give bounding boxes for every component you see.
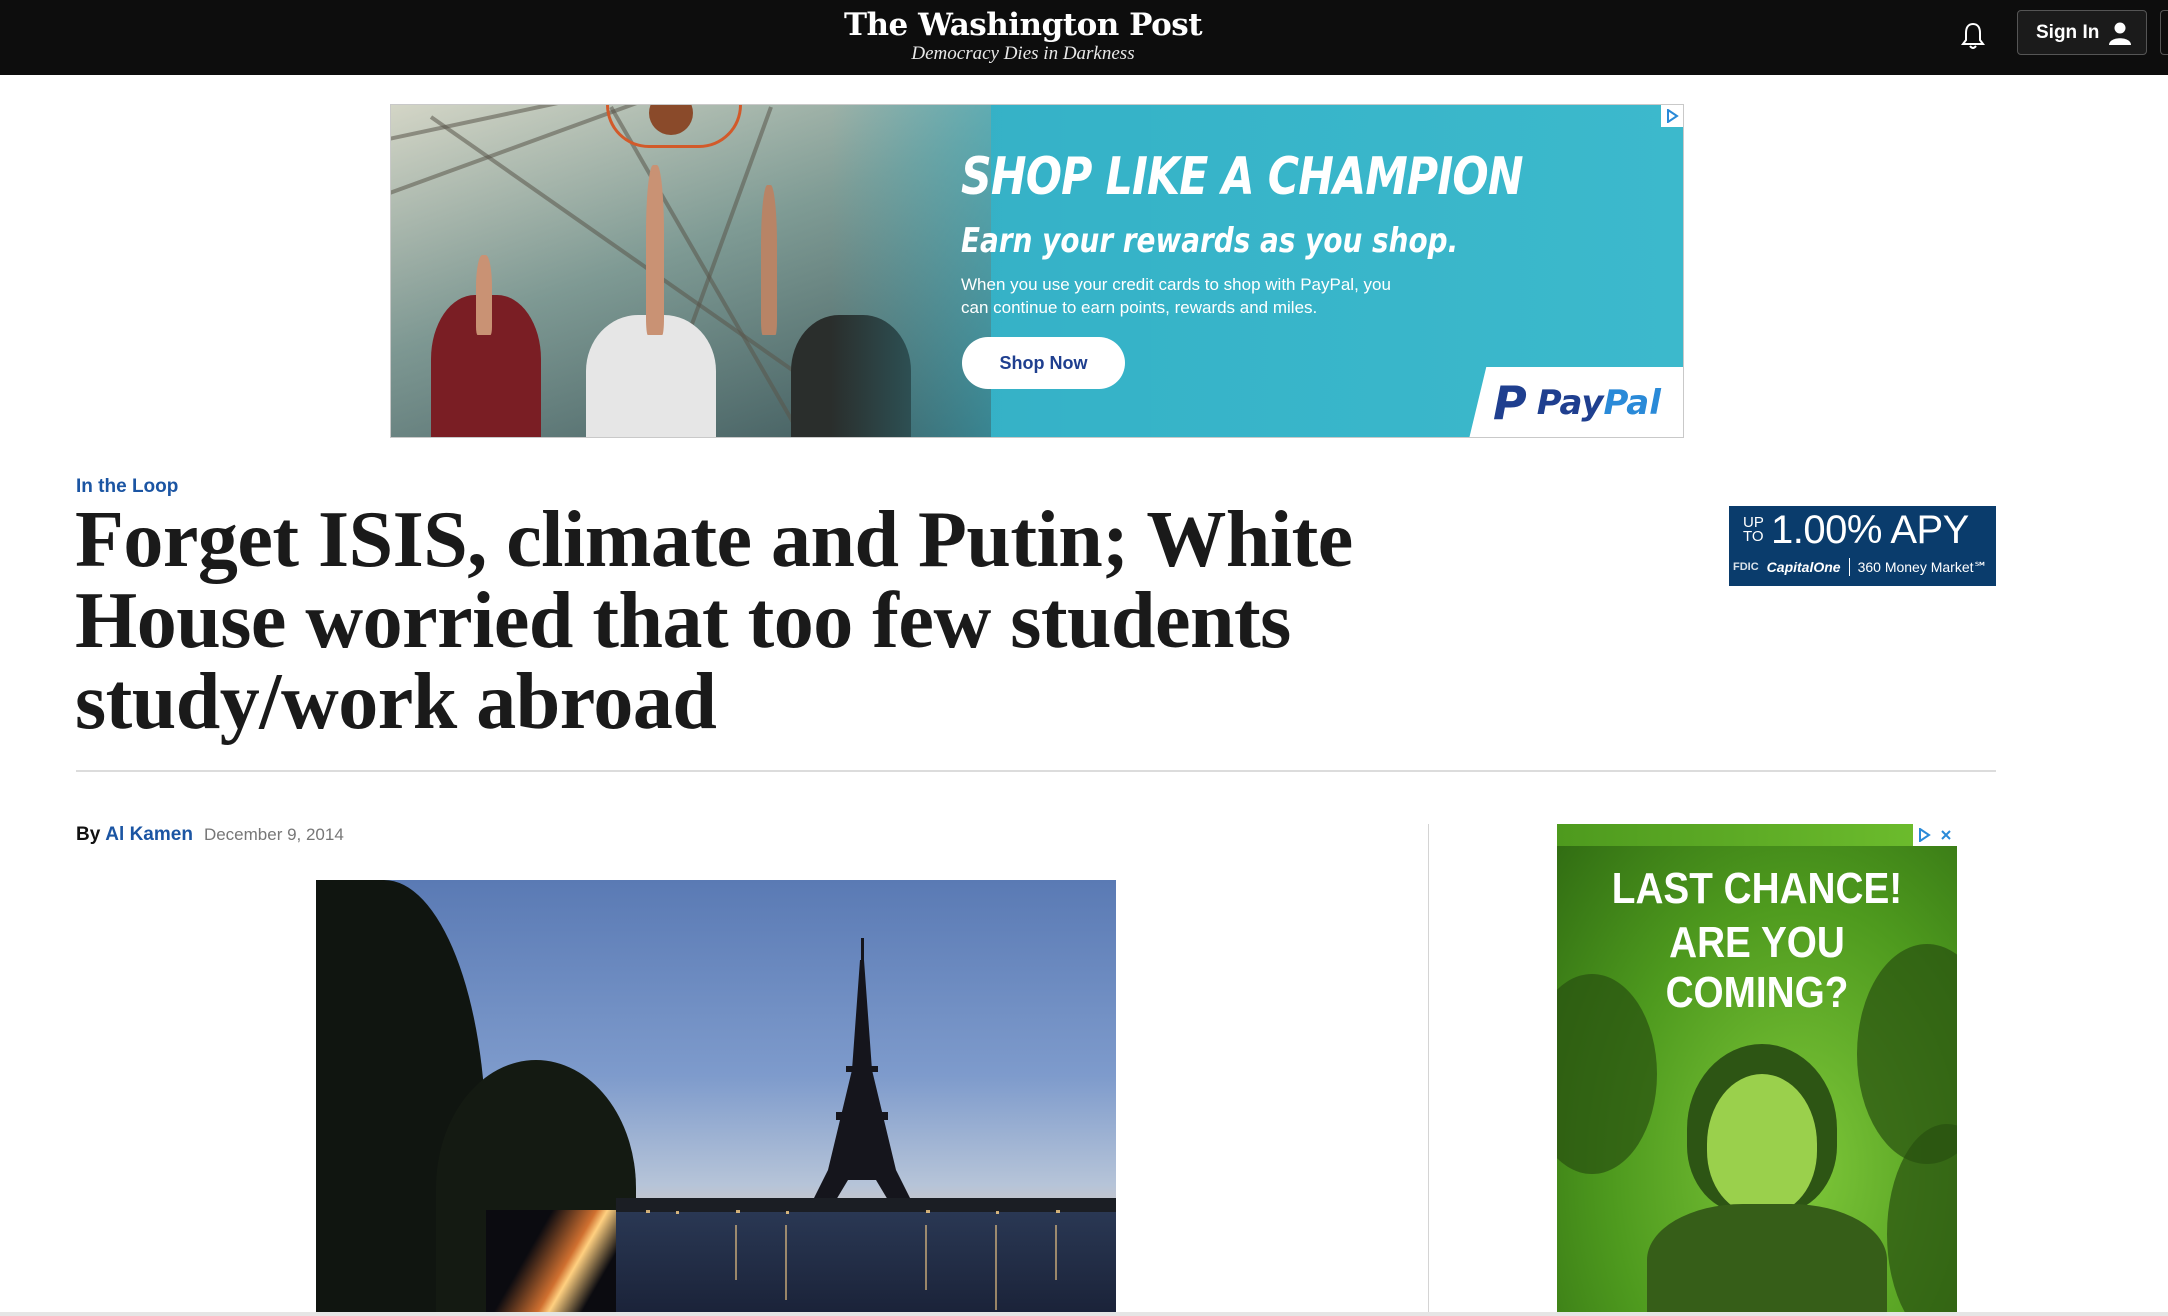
top-navigation-bar: The Washington Post Democracy Dies in Da… xyxy=(0,0,2168,75)
column-divider xyxy=(1428,824,1429,1316)
author-link[interactable]: Al Kamen xyxy=(105,824,193,846)
ad-side-line-1: LAST CHANCE! xyxy=(1611,864,1903,913)
shop-now-button[interactable]: Shop Now xyxy=(962,337,1125,389)
bell-icon[interactable] xyxy=(1960,20,1986,52)
capital-one-logo: CapitalOne xyxy=(1766,559,1841,575)
masthead[interactable]: The Washington Post Democracy Dies in Da… xyxy=(823,5,1223,65)
user-icon xyxy=(2109,22,2131,45)
adchoices-icon[interactable] xyxy=(1661,105,1683,127)
paypal-mark-icon: P xyxy=(1493,376,1527,430)
article-headline: Forget ISIS, climate and Putin; White Ho… xyxy=(75,496,1353,746)
product-name: 360 Money Market℠ xyxy=(1857,558,1988,575)
ad-body-text: When you use your credit cards to shop w… xyxy=(961,275,1391,317)
capital-one-ad[interactable]: UP TO 1.00% APY FDIC CapitalOne 360 Mone… xyxy=(1729,506,1996,586)
paypal-word-pal: Pal xyxy=(1603,383,1661,423)
ad-headline: SHOP LIKE A CHAMPION xyxy=(961,147,1524,207)
site-logo[interactable]: The Washington Post xyxy=(823,5,1223,45)
close-ad-icon[interactable] xyxy=(1935,824,1957,846)
sign-in-button[interactable]: Sign In xyxy=(2017,10,2147,55)
bottom-scroll-edge xyxy=(0,1312,2168,1316)
adchoices-icon[interactable] xyxy=(1913,824,1935,846)
ad-footer: FDIC CapitalOne 360 Money Market℠ xyxy=(1733,558,1988,576)
lead-photo-eiffel-tower xyxy=(316,880,1116,1316)
menu-edge-button[interactable] xyxy=(2160,10,2168,55)
paypal-banner-ad[interactable]: SHOP LIKE A CHAMPION Earn your rewards a… xyxy=(390,104,1684,438)
site-tagline: Democracy Dies in Darkness xyxy=(911,43,1135,64)
ad-up-to: UP TO xyxy=(1743,514,1764,545)
paypal-logo: P PayPal xyxy=(1469,367,1683,437)
section-kicker-link[interactable]: In the Loop xyxy=(76,476,178,498)
sign-in-label: Sign In xyxy=(2036,21,2100,43)
fdic-logo: FDIC xyxy=(1733,561,1759,573)
byline-prefix: By xyxy=(76,824,101,845)
ad-side-line-2: ARE YOU COMING? xyxy=(1665,918,1849,1017)
byline: By Al Kamen December 9, 2014 xyxy=(76,824,344,846)
header-divider xyxy=(76,770,1996,772)
ad-subheadline: Earn your rewards as you shop. xyxy=(961,221,1459,261)
sidebar-event-ad[interactable]: LAST CHANCE! ARE YOU COMING? xyxy=(1557,824,1957,1316)
ad-rate: 1.00% APY xyxy=(1771,508,1969,552)
paypal-word-pay: Pay xyxy=(1536,383,1604,423)
publish-date: December 9, 2014 xyxy=(203,825,344,844)
